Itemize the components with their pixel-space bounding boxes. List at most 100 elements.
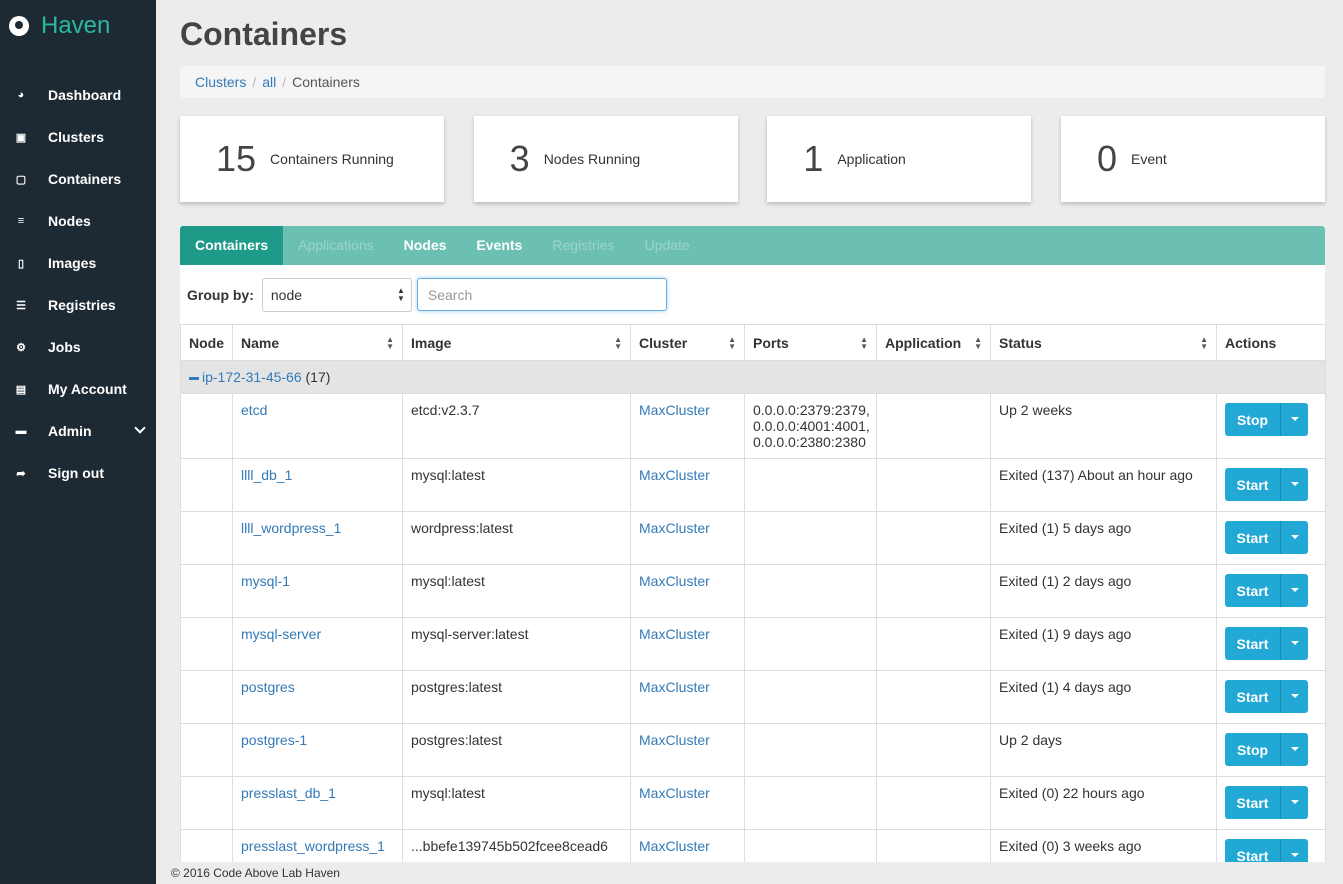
sidebar-item-images[interactable]: ▯ Images: [0, 242, 156, 284]
start-button[interactable]: Start: [1225, 786, 1281, 819]
status-cell: Exited (1) 2 days ago: [990, 564, 1217, 618]
start-button[interactable]: Start: [1225, 680, 1281, 713]
sidebar-item-label: My Account: [48, 381, 127, 397]
group-by-select[interactable]: node ▲ ▼: [261, 277, 412, 312]
sidebar-item-admin[interactable]: ▬ Admin: [0, 410, 156, 452]
cluster-link[interactable]: MaxCluster: [639, 467, 710, 483]
column-header-label: Status: [999, 334, 1042, 351]
status-cell: Exited (1) 9 days ago: [990, 617, 1217, 671]
tab-applications[interactable]: Applications: [283, 226, 389, 265]
cluster-link[interactable]: MaxCluster: [639, 732, 710, 748]
application-cell: [876, 776, 991, 830]
image-cell: mysql:latest: [402, 776, 631, 830]
sidebar-item-nodes[interactable]: ≡ Nodes: [0, 200, 156, 242]
sidebar-item-label: Admin: [48, 423, 92, 439]
cluster-link[interactable]: MaxCluster: [639, 402, 710, 418]
application-cell: [876, 393, 991, 459]
stat-label: Nodes Running: [543, 151, 641, 167]
status-cell: Up 2 weeks: [990, 393, 1217, 459]
group-row[interactable]: ip-172-31-45-66 (17): [180, 360, 1326, 394]
registries-icon: ☰: [16, 299, 26, 312]
cluster-link[interactable]: MaxCluster: [639, 626, 710, 642]
nodes-icon: ≡: [17, 215, 25, 227]
cluster-cell: MaxCluster: [630, 776, 745, 830]
sidebar-item-dashboard[interactable]: ◕ Dashboard: [0, 74, 156, 116]
sidebar-item-containers[interactable]: ▢ Containers: [0, 158, 156, 200]
group-node-link[interactable]: ip-172-31-45-66: [202, 369, 302, 385]
stat-value: 1: [803, 138, 824, 179]
column-header-name[interactable]: Name ▲ ▼: [232, 324, 403, 361]
cluster-link[interactable]: MaxCluster: [639, 573, 710, 589]
start-button[interactable]: Start: [1225, 468, 1281, 501]
status-cell: Exited (0) 22 hours ago: [990, 776, 1217, 830]
column-header-image[interactable]: Image ▲ ▼: [402, 324, 631, 361]
column-header-ports[interactable]: Ports ▲ ▼: [744, 324, 877, 361]
tab-update[interactable]: Update: [630, 226, 705, 265]
breadcrumb-all-link[interactable]: all: [262, 74, 276, 90]
dropdown-toggle-button[interactable]: [1281, 680, 1308, 713]
dropdown-toggle-button[interactable]: [1281, 403, 1308, 436]
image-cell: wordpress:latest: [402, 511, 631, 565]
sidebar-item-clusters[interactable]: ▣ Clusters: [0, 116, 156, 158]
breadcrumb-clusters-link[interactable]: Clusters: [195, 74, 246, 90]
dropdown-toggle-button[interactable]: [1281, 627, 1308, 660]
stat-application: 1 Application: [767, 116, 1032, 202]
container-name-link[interactable]: postgres-1: [241, 732, 307, 748]
start-button[interactable]: Start: [1225, 521, 1281, 554]
column-header-status[interactable]: Status ▲ ▼: [990, 324, 1217, 361]
breadcrumb-separator: /: [252, 74, 257, 90]
column-header-label: Cluster: [639, 334, 688, 351]
container-name-link[interactable]: presslast_db_1: [241, 785, 336, 801]
stop-button[interactable]: Stop: [1225, 733, 1281, 766]
cluster-link[interactable]: MaxCluster: [639, 838, 710, 854]
collapse-icon[interactable]: [189, 376, 199, 380]
dropdown-toggle-button[interactable]: [1281, 733, 1308, 766]
container-name-link[interactable]: llll_db_1: [241, 467, 292, 483]
stop-button[interactable]: Stop: [1225, 403, 1281, 436]
container-name-link[interactable]: etcd: [241, 402, 267, 418]
cluster-link[interactable]: MaxCluster: [639, 520, 710, 536]
search-input[interactable]: [416, 278, 667, 311]
chevron-down-icon[interactable]: [134, 422, 146, 434]
tab-containers[interactable]: Containers: [180, 226, 284, 265]
breadcrumb: Clusters / all / Containers: [180, 66, 1325, 98]
tab-registries[interactable]: Registries: [537, 226, 629, 265]
sort-icon[interactable]: ▲ ▼: [728, 336, 736, 351]
sidebar-item-sign-out[interactable]: ➦ Sign out: [0, 452, 156, 494]
dropdown-toggle-button[interactable]: [1281, 786, 1308, 819]
start-button[interactable]: Start: [1225, 574, 1281, 607]
sidebar-item-jobs[interactable]: ⚙ Jobs: [0, 326, 156, 368]
clusters-icon: ▣: [15, 131, 27, 144]
start-button[interactable]: Start: [1225, 627, 1281, 660]
column-header-application[interactable]: Application ▲ ▼: [876, 324, 991, 361]
sort-icon[interactable]: ▲ ▼: [614, 336, 622, 351]
dropdown-toggle-button[interactable]: [1281, 574, 1308, 607]
container-name-link[interactable]: postgres: [241, 679, 295, 695]
dropdown-toggle-button[interactable]: [1281, 521, 1308, 554]
stat-value: 15: [216, 138, 257, 179]
brand[interactable]: Haven: [0, 0, 156, 52]
container-name-link[interactable]: llll_wordpress_1: [241, 520, 341, 536]
application-cell: [876, 564, 991, 618]
container-name-link[interactable]: presslast_wordpress_1: [241, 838, 385, 854]
cluster-link[interactable]: MaxCluster: [639, 679, 710, 695]
tab-events[interactable]: Events: [461, 226, 537, 265]
sort-icon[interactable]: ▲ ▼: [974, 336, 982, 351]
column-header-cluster[interactable]: Cluster ▲ ▼: [630, 324, 745, 361]
tab-nodes[interactable]: Nodes: [389, 226, 462, 265]
sort-icon[interactable]: ▲ ▼: [860, 336, 868, 351]
image-cell: mysql-server:latest: [402, 617, 631, 671]
container-name-link[interactable]: mysql-server: [241, 626, 321, 642]
sort-icon[interactable]: ▲ ▼: [1200, 336, 1208, 351]
sort-icon[interactable]: ▲ ▼: [386, 336, 394, 351]
cluster-cell: MaxCluster: [630, 723, 745, 777]
breadcrumb-current: Containers: [292, 74, 360, 90]
container-name-link[interactable]: mysql-1: [241, 573, 290, 589]
sidebar-item-my-account[interactable]: ▤ My Account: [0, 368, 156, 410]
node-cell: [180, 670, 233, 724]
sidebar-item-registries[interactable]: ☰ Registries: [0, 284, 156, 326]
cluster-link[interactable]: MaxCluster: [639, 785, 710, 801]
name-cell: postgres-1: [232, 723, 403, 777]
dropdown-toggle-button[interactable]: [1281, 468, 1308, 501]
column-header-label: Node: [189, 334, 224, 351]
